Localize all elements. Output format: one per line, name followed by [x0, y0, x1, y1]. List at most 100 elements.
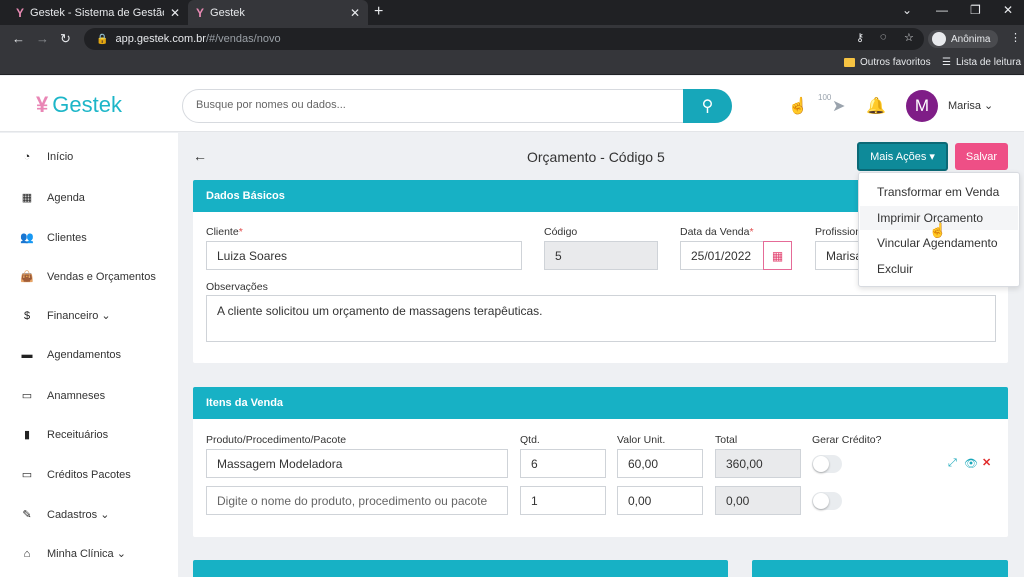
- reload-icon[interactable]: ↻: [60, 31, 71, 47]
- browser-tabbar: Y Gestek - Sistema de Gestão para ✕ Y Ge…: [0, 0, 1024, 25]
- eye-off-icon[interactable]: ◌: [880, 31, 887, 43]
- card-header: [193, 560, 728, 577]
- sidebar-item-agendamentos[interactable]: ▬ Agendamentos: [20, 349, 122, 361]
- menu-item-delete[interactable]: Excluir: [877, 262, 913, 276]
- calendar-button[interactable]: ▦: [763, 241, 792, 270]
- url-bar[interactable]: 🔒 app.gestek.com.br /#/vendas/novo: [84, 28, 924, 50]
- search-button[interactable]: ⚲: [683, 89, 732, 123]
- send-icon[interactable]: ➤: [832, 96, 845, 116]
- reading-list-icon: ☰: [942, 57, 951, 68]
- sidebar-item-label: Vendas e Orçamentos: [47, 270, 156, 283]
- sidebar-item-label: Agendamentos: [47, 349, 121, 361]
- qty-field[interactable]: [520, 449, 606, 478]
- star-icon[interactable]: ☆: [904, 31, 914, 44]
- incognito-icon: [932, 32, 946, 46]
- card-header: Itens da Venda: [193, 387, 1008, 419]
- sidebar-item-label: Receituários: [47, 428, 109, 441]
- col-product: Produto/Procedimento/Pacote: [206, 434, 347, 446]
- edit-icon: ✎: [22, 509, 32, 521]
- credit-toggle[interactable]: [812, 492, 842, 510]
- close-icon[interactable]: ✕: [170, 6, 180, 20]
- search-box: ⚲: [182, 89, 732, 123]
- avatar[interactable]: M: [906, 90, 938, 122]
- sidebar-item-anamneses[interactable]: ▭ Anamneses: [20, 389, 106, 403]
- product-field[interactable]: [206, 449, 508, 478]
- id-card-icon: ▭: [21, 390, 33, 402]
- minimize-icon[interactable]: —: [936, 3, 948, 17]
- sidebar: ◔ Início ▦ Agenda 👥 Clientes 👜 Vendas e Orça…: [0, 133, 178, 577]
- delete-icon[interactable]: ✕: [982, 456, 991, 469]
- save-button[interactable]: Salvar: [955, 143, 1008, 170]
- profile-label: Anônima: [951, 33, 991, 45]
- credit-toggle[interactable]: [812, 455, 842, 473]
- new-tab-icon[interactable]: +: [374, 3, 383, 21]
- eye-icon[interactable]: 👁: [964, 457, 978, 470]
- totals-card: [752, 560, 1008, 577]
- product-field[interactable]: [206, 486, 508, 515]
- obs-label: Observações: [206, 281, 268, 293]
- home-icon: ⌂: [23, 547, 31, 560]
- menu-dots-icon[interactable]: ⋮: [1010, 31, 1021, 44]
- dollar-icon: $: [23, 309, 31, 322]
- forward-icon[interactable]: →: [36, 31, 49, 46]
- unit-price-field[interactable]: [617, 486, 703, 515]
- code-label: Código: [544, 226, 578, 238]
- col-qty: Qtd.: [520, 434, 540, 446]
- sidebar-item-agenda[interactable]: ▦ Agenda: [20, 191, 85, 205]
- url-path: /#/vendas/novo: [205, 33, 281, 45]
- client-label: Cliente*: [206, 226, 243, 238]
- sidebar-item-inicio[interactable]: ◔ Início: [20, 151, 74, 163]
- sidebar-item-label: Anamneses: [47, 389, 106, 402]
- brand-logo[interactable]: ¥ Gestek: [36, 92, 122, 118]
- reading-list-label: Lista de leitura: [955, 57, 1022, 68]
- touch-icon[interactable]: ☝: [788, 96, 808, 116]
- sidebar-item-label: Agenda: [47, 191, 85, 204]
- total-field: [715, 449, 801, 478]
- sidebar-item-label: Cadastros ⌄: [47, 509, 110, 521]
- tab-title: Gestek: [210, 6, 245, 19]
- sidebar-item-cadastros[interactable]: ✎ Cadastros ⌄: [20, 508, 109, 521]
- page-title: Orçamento - Código 5: [527, 149, 665, 165]
- other-bookmarks[interactable]: Outros favoritos: [844, 57, 931, 68]
- total-field: [715, 486, 801, 515]
- qty-field[interactable]: [520, 486, 606, 515]
- browser-tab-active[interactable]: Y Gestek ✕: [188, 0, 368, 25]
- close-window-icon[interactable]: ✕: [1003, 3, 1013, 17]
- sidebar-item-label: Minha Clínica ⌄: [47, 548, 126, 560]
- col-credit: Gerar Crédito?: [812, 434, 882, 446]
- gestek-logo-icon: Y: [196, 5, 205, 20]
- unit-price-field[interactable]: [617, 449, 703, 478]
- more-actions-button[interactable]: Mais Ações ▾: [857, 142, 948, 171]
- restore-icon[interactable]: ❐: [970, 3, 981, 17]
- sidebar-item-vendas[interactable]: 👜 Vendas e Orçamentos: [20, 270, 156, 284]
- expand-icon[interactable]: ⤢: [948, 457, 957, 470]
- search-input[interactable]: [196, 99, 676, 111]
- credits-badge[interactable]: 100: [818, 93, 831, 102]
- bell-icon[interactable]: 🔔: [866, 96, 886, 116]
- sidebar-item-creditos[interactable]: ▭ Créditos Pacotes: [20, 468, 131, 482]
- required-mark: *: [238, 226, 243, 238]
- browser-tab[interactable]: Y Gestek - Sistema de Gestão para ✕: [8, 0, 188, 25]
- sidebar-item-receituarios[interactable]: ▮ Receituários: [20, 428, 109, 442]
- back-icon[interactable]: ←: [12, 31, 25, 46]
- lock-icon: 🔒: [96, 33, 109, 45]
- obs-field[interactable]: A cliente solicitou um orçamento de mass…: [206, 295, 996, 342]
- users-icon: 👥: [20, 232, 34, 244]
- date-field[interactable]: [680, 241, 764, 270]
- sidebar-item-minha-clinica[interactable]: ⌂ Minha Clínica ⌄: [20, 547, 126, 561]
- back-arrow-icon[interactable]: ←: [193, 148, 207, 164]
- key-icon[interactable]: ⚷: [856, 31, 864, 44]
- close-icon[interactable]: ✕: [350, 6, 360, 20]
- col-unit: Valor Unit.: [617, 434, 666, 446]
- user-menu[interactable]: Marisa ⌄: [948, 99, 993, 112]
- sidebar-item-clientes[interactable]: 👥 Clientes: [20, 231, 87, 245]
- menu-item-transform[interactable]: Transformar em Venda: [877, 185, 999, 199]
- sidebar-item-label: Créditos Pacotes: [47, 468, 131, 481]
- reading-list[interactable]: ☰ Lista de leitura: [942, 57, 1021, 68]
- client-field[interactable]: [206, 241, 522, 270]
- profile-button[interactable]: Anônima: [928, 30, 999, 48]
- sidebar-item-financeiro[interactable]: $ Financeiro ⌄: [20, 309, 111, 323]
- search-icon: ⚲: [701, 98, 714, 115]
- tab-search-icon[interactable]: ⌄: [902, 3, 912, 17]
- brand-name: Gestek: [52, 92, 122, 117]
